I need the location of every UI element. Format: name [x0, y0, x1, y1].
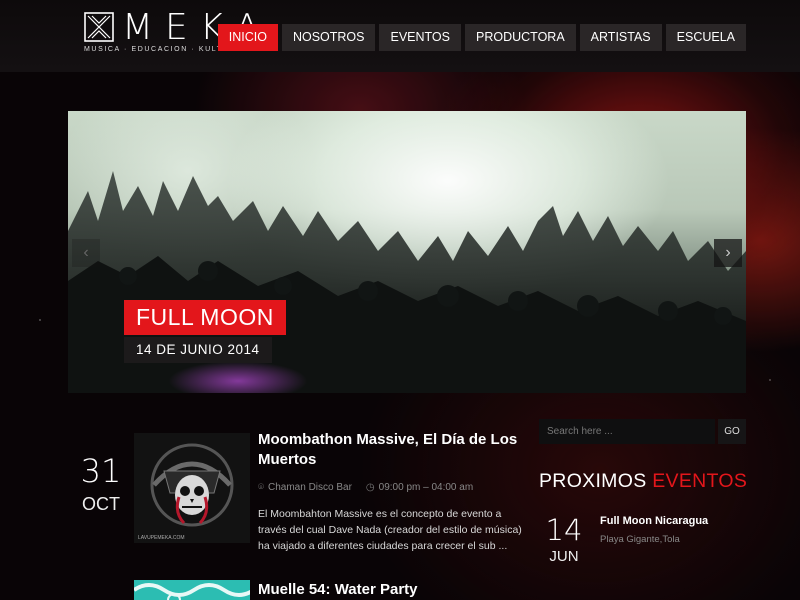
event-meta: ⌾ Chaman Disco Bar ◷ 09:00 pm – 04:00 am	[258, 482, 528, 493]
event-body: Muelle 54: Water Party	[258, 580, 528, 600]
event-day: 31	[80, 452, 122, 490]
water-party-artwork-icon	[134, 580, 250, 600]
event-description: El Moombahton Massive es el concepto de …	[258, 508, 522, 552]
venue-label: Chaman Disco Bar	[268, 482, 352, 493]
event-time: ◷ 09:00 pm – 04:00 am	[366, 482, 473, 493]
location-pin-icon: ⌾	[258, 482, 264, 493]
chevron-left-icon[interactable]: ‹	[72, 239, 100, 267]
svg-text:LAVUPEMEKA.COM: LAVUPEMEKA.COM	[138, 535, 185, 541]
clock-icon: ◷	[365, 482, 375, 493]
stage-light	[168, 361, 308, 393]
nav-item-inicio[interactable]: INICIO	[217, 24, 278, 51]
upcoming-title[interactable]: Full Moon Nicaragua	[600, 515, 708, 527]
upcoming-day: 14	[545, 513, 583, 547]
upcoming-title-white: PROXIMOS	[539, 470, 647, 492]
event-month: OCT	[82, 494, 120, 514]
event-title[interactable]: Muelle 54: Water Party	[258, 580, 528, 600]
header-bar: MEKA MUSICA · EDUCACION · KULTURA · ARTE…	[0, 0, 800, 72]
event-body: Moombathon Massive, El Día de Los Muerto…	[258, 430, 528, 554]
time-label: 09:00 pm – 04:00 am	[378, 482, 474, 493]
upcoming-events-title: PROXIMOS EVENTOS	[539, 470, 747, 493]
event-item: 31 OCT LAVUPEMEKA.COM Moombathon Massive…	[68, 420, 530, 552]
event-thumbnail[interactable]	[134, 580, 250, 600]
search-button[interactable]: GO	[718, 419, 746, 444]
nav-item-productora[interactable]: PRODUCTORA	[465, 24, 576, 51]
nav-item-artistas[interactable]: ARTISTAS	[579, 24, 662, 51]
nav-item-eventos[interactable]: EVENTOS	[379, 24, 461, 51]
event-item: Muelle 54: Water Party	[68, 578, 530, 600]
upcoming-title-red: EVENTOS	[652, 470, 748, 492]
chevron-right-icon[interactable]: ›	[714, 239, 742, 267]
meka-logo-icon	[84, 12, 114, 42]
main-nav: INICIO NOSOTROS EVENTOS PRODUCTORA ARTIS…	[217, 24, 746, 51]
nav-item-nosotros[interactable]: NOSOTROS	[281, 24, 376, 51]
upcoming-event-item[interactable]: 14 JUN Full Moon Nicaragua Playa Gigante…	[545, 512, 745, 572]
skull-artwork-icon: LAVUPEMEKA.COM	[134, 433, 250, 543]
slide-date: 14 DE JUNIO 2014	[124, 337, 272, 363]
search-input[interactable]	[539, 419, 715, 444]
upcoming-place: Playa Gigante,Tola	[600, 534, 680, 545]
upcoming-date: 14 JUN	[545, 512, 583, 565]
event-title[interactable]: Moombathon Massive, El Día de Los Muerto…	[258, 430, 528, 470]
upcoming-month: JUN	[549, 548, 579, 565]
slide-title[interactable]: FULL MOON	[124, 300, 286, 335]
event-venue: ⌾ Chaman Disco Bar	[258, 482, 352, 493]
event-thumbnail[interactable]: LAVUPEMEKA.COM	[134, 433, 250, 543]
hero-slider[interactable]: ‹ › FULL MOON 14 DE JUNIO 2014	[68, 111, 746, 393]
nav-item-escuela[interactable]: ESCUELA	[665, 24, 746, 51]
search-form: GO	[539, 419, 746, 444]
event-date: 31 OCT	[68, 452, 134, 515]
